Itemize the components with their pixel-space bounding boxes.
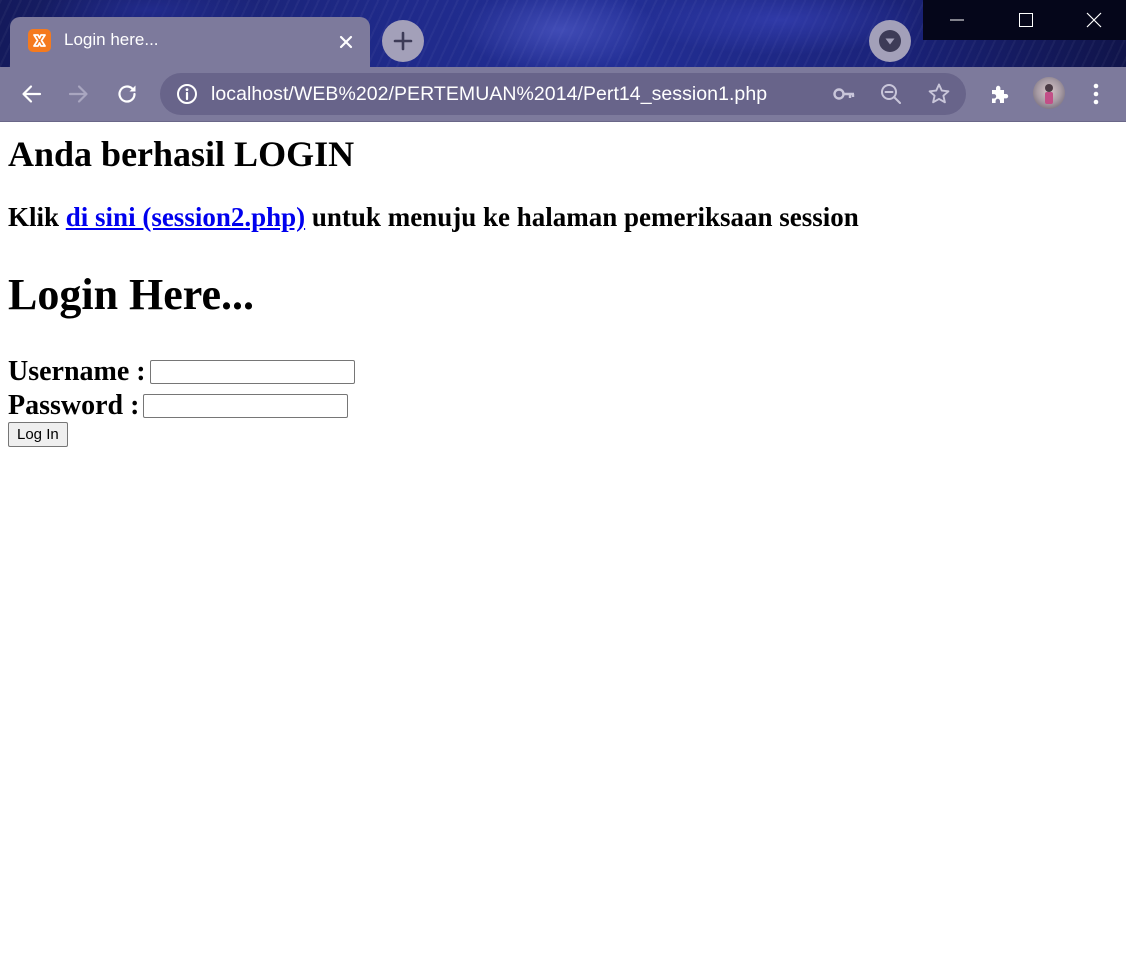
xampp-icon [28,29,51,52]
window-controls [923,0,1126,40]
bookmark-star-icon[interactable] [927,82,951,106]
puzzle-icon [992,85,1009,103]
browser-toolbar: localhost/WEB%202/PERTEMUAN%2014/Pert14_… [0,67,1126,121]
profile-avatar[interactable] [1033,77,1065,109]
zoom-out-icon[interactable] [879,82,903,106]
address-bar[interactable]: localhost/WEB%202/PERTEMUAN%2014/Pert14_… [160,73,966,115]
minimize-icon [949,19,964,21]
close-window-button[interactable] [1060,0,1126,40]
login-heading: Login Here... [8,270,255,319]
tab-search-button[interactable] [869,20,911,62]
password-label: Password : [8,390,140,421]
browser-title-bar: Login here... [0,0,1126,67]
browser-tab[interactable]: Login here... [10,17,370,67]
username-input[interactable] [149,360,355,384]
password-input[interactable] [143,394,349,418]
url-text: localhost/WEB%202/PERTEMUAN%2014/Pert14_… [211,83,768,105]
avatar-icon [1045,84,1053,104]
login-button[interactable]: Log In [8,422,68,447]
maximize-button[interactable] [992,0,1059,40]
back-button[interactable] [13,76,49,112]
maximize-icon [1018,13,1033,27]
username-label: Username : [8,356,146,387]
menu-button[interactable] [1078,76,1114,112]
page-content: Anda berhasil LOGIN Klik di sini (sessio… [0,122,1126,960]
password-row: Password : [8,390,349,422]
info-icon[interactable] [175,82,199,106]
new-tab-button[interactable] [382,20,424,62]
key-icon[interactable] [832,82,856,106]
tab-title: Login here... [64,30,159,49]
close-tab-icon[interactable] [334,30,358,54]
link-suffix-text: untuk menuju ke halaman pemeriksaan sess… [311,202,859,232]
chevron-down-icon [879,30,901,52]
reload-icon [118,85,136,103]
back-arrow-icon [22,85,42,103]
session2-link[interactable]: di sini (session2.php) [66,202,305,232]
forward-arrow-icon [68,85,88,103]
extensions-button[interactable] [982,76,1018,112]
login-status-heading: Anda berhasil LOGIN [8,134,355,174]
username-row: Username : [8,356,355,388]
plus-icon [393,31,413,51]
forward-button[interactable] [61,76,97,112]
minimize-button[interactable] [923,0,990,40]
session-link-line: Klik di sini (session2.php) untuk menuju… [8,201,859,233]
reload-button[interactable] [109,76,145,112]
more-vert-icon [1093,83,1099,105]
link-prefix-text: Klik [8,202,60,232]
close-icon [1086,12,1101,28]
